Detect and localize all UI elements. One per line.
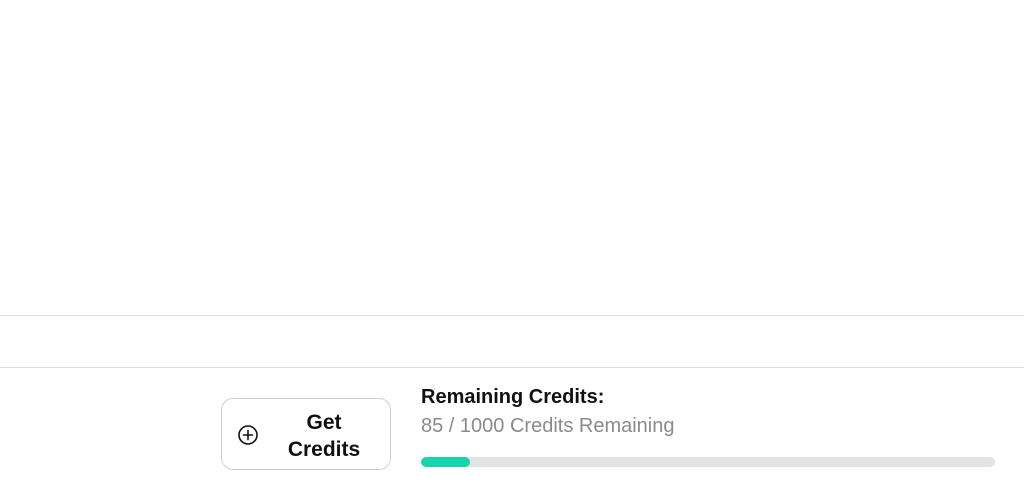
remaining-credits-panel: Remaining Credits: 85 / 1000 Credits Rem…: [421, 384, 995, 467]
upper-divider: [0, 315, 1024, 316]
lower-divider: [0, 367, 1024, 368]
credits-page: Get Credits Remaining Credits: 85 / 1000…: [0, 0, 1024, 483]
get-credits-label: Get Credits: [287, 411, 361, 461]
get-credits-button[interactable]: Get Credits: [221, 398, 391, 470]
credits-progress-fill: [421, 457, 470, 467]
remaining-credits-status: 85 / 1000 Credits Remaining: [421, 415, 675, 437]
remaining-credits-title: Remaining Credits:: [421, 386, 605, 408]
plus-circle-icon: [238, 425, 258, 445]
credits-progress-track: [421, 457, 995, 467]
